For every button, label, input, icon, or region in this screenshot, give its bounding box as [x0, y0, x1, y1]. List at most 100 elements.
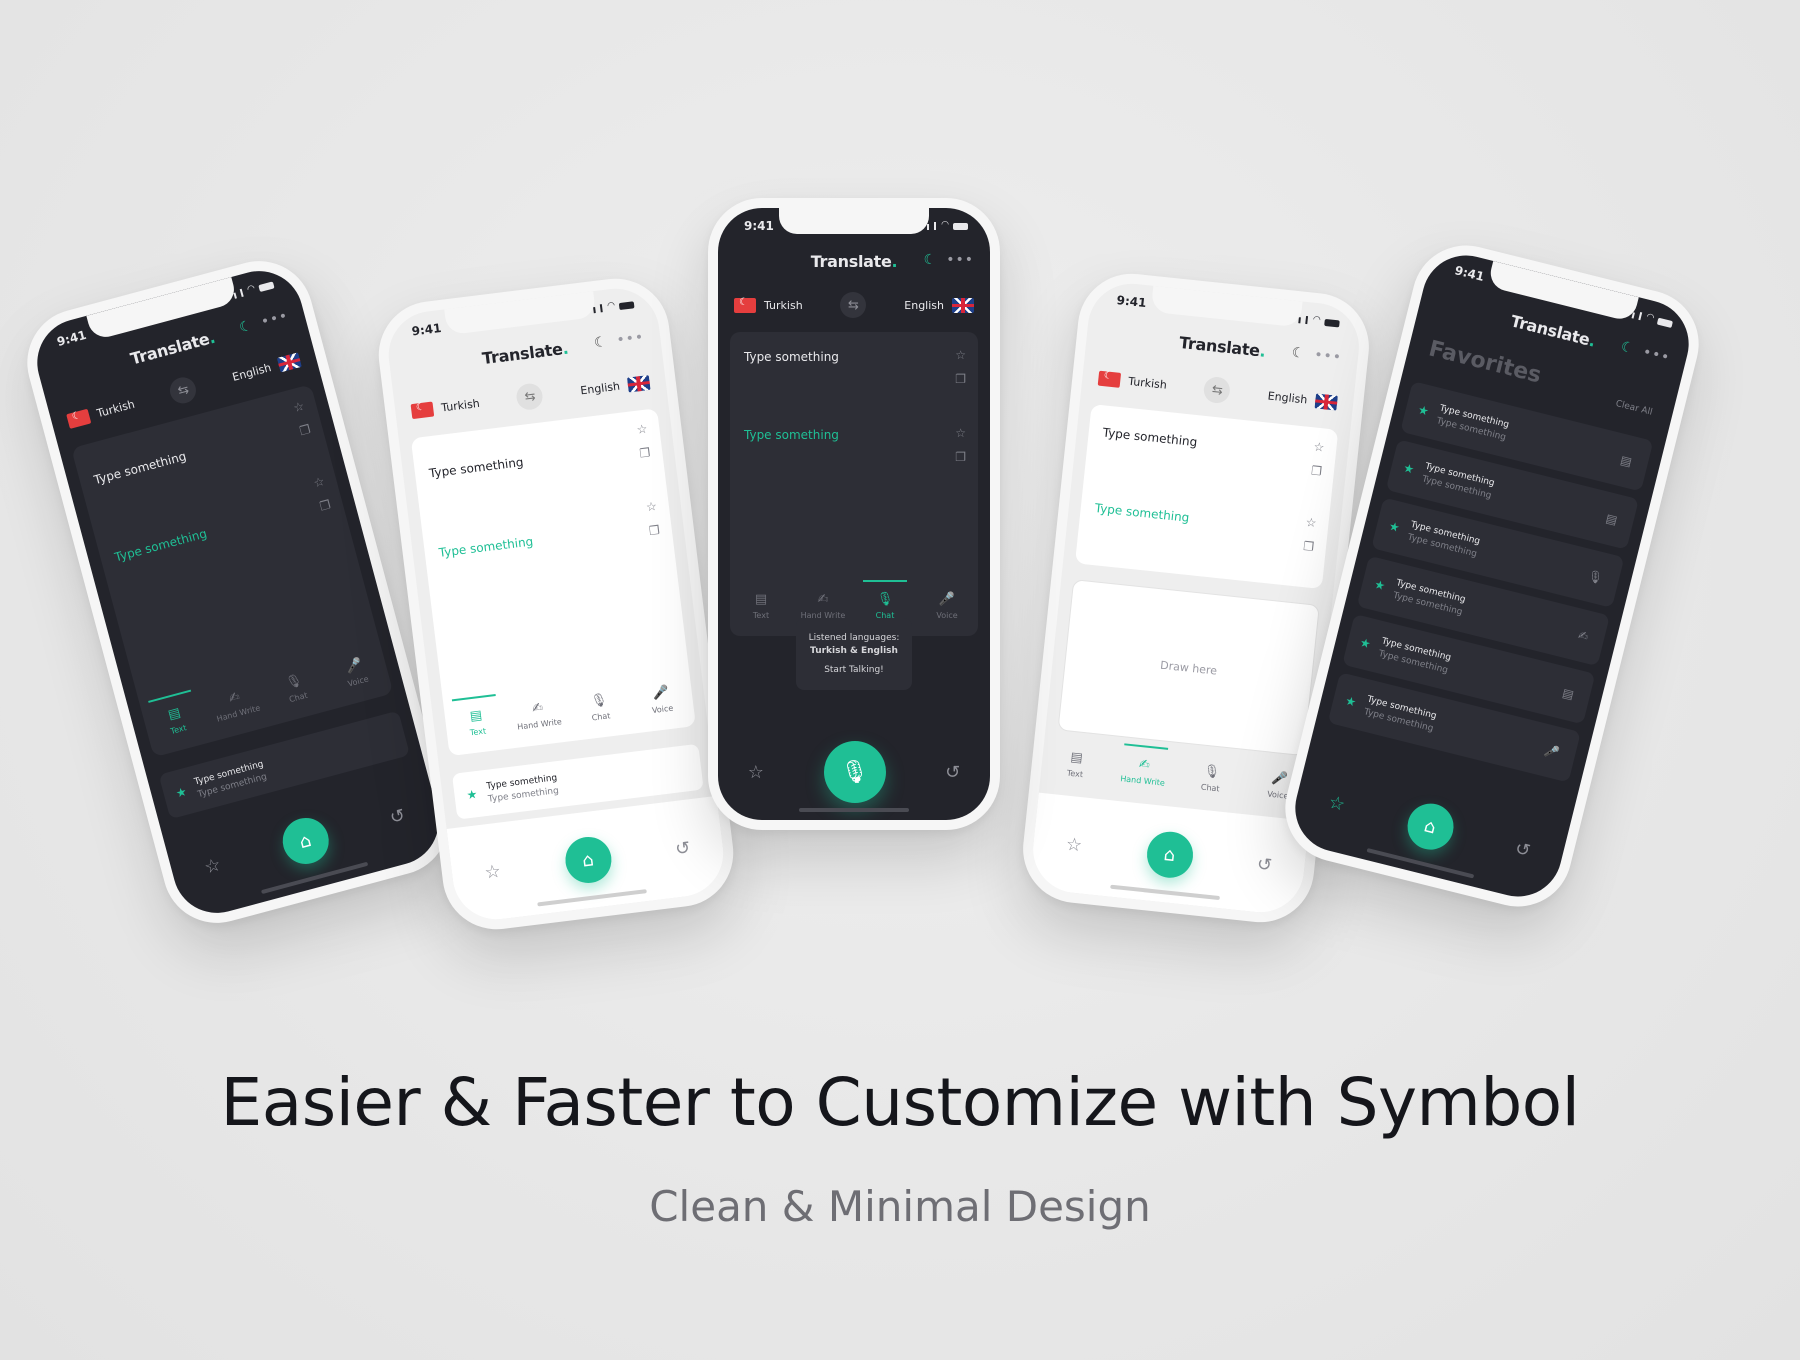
star-icon[interactable]: ☆ [1305, 515, 1317, 530]
tab-chat[interactable]: 🎙 Chat [1184, 762, 1239, 795]
turkey-flag-icon [1097, 370, 1122, 388]
star-filled-icon: ★ [1358, 635, 1373, 652]
wifi-icon: ◠ [1645, 311, 1656, 324]
target-output: Type something [438, 534, 534, 560]
home-button[interactable]: ⌂ [277, 812, 334, 870]
more-icon[interactable]: ••• [946, 252, 974, 268]
tab-chat[interactable]: 🎙 Chat [859, 580, 911, 620]
tab-text[interactable]: ▤ Text [147, 700, 204, 741]
home-button[interactable]: ⌂ [1144, 829, 1195, 880]
history-icon[interactable]: ↺ [1513, 838, 1533, 862]
swap-icon[interactable]: ⇆ [515, 382, 545, 412]
tab-chat[interactable]: 🎙 Chat [267, 668, 324, 709]
tab-text[interactable]: ▤ Text [449, 705, 504, 739]
star-filled-icon: ★ [1401, 460, 1416, 477]
copy-icon[interactable]: ❐ [298, 422, 312, 438]
star-icon[interactable]: ☆ [955, 348, 966, 362]
star-filled-icon: ★ [1372, 577, 1387, 594]
moon-icon[interactable]: ☾ [924, 252, 937, 268]
target-language[interactable]: English [904, 297, 974, 313]
battery-icon [1324, 318, 1340, 328]
target-output: Type something [1094, 500, 1190, 525]
tab-voice[interactable]: 🎤 Voice [327, 652, 384, 693]
translation-card: Type something ☆ ❐ Type something ☆ ❐ ▤ Tex… [730, 332, 978, 636]
handwriting-icon: ✍ [531, 700, 544, 717]
status-time: 9:41 [55, 327, 88, 350]
tab-hand-write[interactable]: ✍ Hand Write [511, 698, 566, 732]
moon-icon[interactable]: ☾ [593, 334, 607, 351]
tab-hand-write[interactable]: ✍ Hand Write [207, 684, 264, 725]
source-language[interactable]: Turkish [1097, 370, 1168, 392]
copy-icon[interactable]: ❐ [1310, 463, 1322, 478]
source-language[interactable]: Turkish [410, 395, 481, 419]
tab-voice[interactable]: 🎤 Voice [634, 683, 689, 717]
draw-canvas[interactable]: Draw here [1057, 579, 1320, 757]
wifi-icon: ◠ [941, 220, 949, 230]
microphones-icon: 🎙 [840, 759, 869, 785]
home-button[interactable]: ⌂ [562, 834, 614, 886]
source-language[interactable]: Turkish [66, 396, 136, 429]
moon-icon[interactable]: ☾ [1291, 345, 1305, 362]
copy-icon[interactable]: ❐ [639, 445, 651, 460]
tab-hand-write[interactable]: ✍ Hand Write [1116, 755, 1171, 788]
bottom-nav: ☆ 🎙 ↺ [718, 724, 990, 820]
copy-icon[interactable]: ❐ [955, 372, 966, 386]
tab-voice[interactable]: 🎤 Voice [921, 592, 973, 620]
favorites-star-icon[interactable]: ☆ [1327, 791, 1348, 815]
favorites-star-icon[interactable]: ☆ [1065, 833, 1083, 856]
source-language[interactable]: Turkish [734, 297, 803, 313]
star-icon[interactable]: ☆ [292, 399, 306, 415]
star-icon[interactable]: ☆ [645, 499, 657, 514]
wifi-icon: ◠ [246, 283, 257, 296]
microphone-icon: 🎤 [344, 656, 364, 676]
home-button[interactable]: ⌂ [1402, 798, 1458, 855]
history-icon[interactable]: ↺ [674, 837, 692, 860]
copy-icon[interactable]: ❐ [955, 450, 966, 464]
tab-chat[interactable]: 🎙 Chat [572, 690, 627, 724]
favorites-star-icon[interactable]: ☆ [483, 860, 502, 883]
favorites-star-icon[interactable]: ☆ [748, 762, 764, 783]
copy-icon[interactable]: ❐ [1303, 539, 1315, 554]
record-button[interactable]: 🎙 [823, 741, 886, 803]
clear-all-link[interactable]: Clear All [1615, 399, 1654, 418]
copy-icon[interactable]: ❐ [318, 497, 332, 513]
wifi-icon: ◠ [1312, 314, 1322, 326]
handwriting-icon: ✍ [817, 592, 829, 607]
history-icon[interactable]: ↺ [945, 762, 960, 783]
swap-icon[interactable]: ⇆ [1203, 375, 1232, 405]
source-input[interactable]: Type something [428, 455, 524, 480]
status-time: 9:41 [1115, 293, 1148, 311]
moon-icon[interactable]: ☾ [237, 318, 253, 337]
tab-hand-write[interactable]: ✍ Hand Write [797, 592, 849, 620]
source-input[interactable]: Type something [1102, 425, 1198, 449]
microphones-icon: 🎙 [284, 672, 305, 692]
favorites-star-icon[interactable]: ☆ [202, 854, 223, 878]
source-input[interactable]: Type something [92, 449, 187, 487]
target-output: Type something [113, 526, 209, 565]
handwriting-icon: ✍ [1576, 627, 1590, 644]
more-icon[interactable]: ••• [616, 329, 646, 348]
history-icon[interactable]: ↺ [1256, 853, 1273, 875]
target-language[interactable]: English [1267, 388, 1338, 411]
swap-icon[interactable]: ⇆ [167, 374, 200, 407]
tab-text[interactable]: ▤ Text [1049, 748, 1104, 781]
copy-icon[interactable]: ❐ [648, 523, 660, 538]
star-icon[interactable]: ☆ [955, 426, 966, 440]
star-icon[interactable]: ☆ [636, 422, 648, 437]
target-language[interactable]: English [580, 374, 651, 397]
star-icon[interactable]: ☆ [1313, 440, 1325, 455]
document-icon: ▤ [166, 705, 183, 723]
history-icon[interactable]: ↺ [387, 804, 407, 828]
target-language[interactable]: English [231, 351, 302, 385]
source-input[interactable]: Type something [744, 350, 839, 364]
input-mode-tabs: ▤ Text ✍ Hand Write 🎙 Chat 🎤 Voice [730, 580, 978, 620]
more-icon[interactable]: ••• [1313, 347, 1342, 366]
microphones-icon: 🎙 [590, 692, 609, 710]
tab-text[interactable]: ▤ Text [735, 592, 787, 620]
document-icon: ▤ [469, 707, 484, 725]
document-icon: ▤ [754, 592, 768, 607]
star-icon[interactable]: ☆ [312, 474, 326, 490]
swap-icon[interactable]: ⇆ [840, 292, 867, 318]
home-icon: ⌂ [297, 829, 314, 853]
moon-icon[interactable]: ☾ [1619, 339, 1635, 358]
